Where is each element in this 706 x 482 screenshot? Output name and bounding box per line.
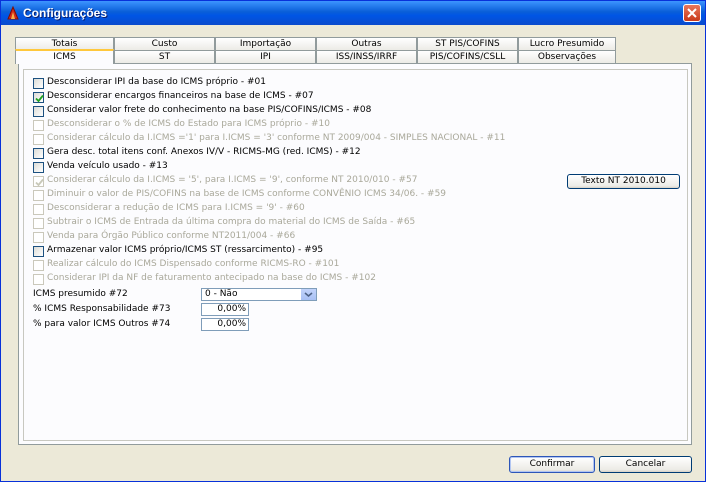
dropdown-button[interactable] [300,289,316,300]
tab-label: Custo [151,39,178,49]
tab-label: ICMS [53,52,76,62]
tab-ipi[interactable]: IPI [215,50,316,63]
checkmark-icon [35,94,44,103]
option-checkbox[interactable] [33,78,44,89]
option-label: Gera desc. total itens conf. Anexos IV/V… [47,147,361,157]
tab-observacoes[interactable]: Observações [518,50,616,63]
icms-responsabilidade-input[interactable]: 0,00% [201,303,249,316]
option-label: Realizar cálculo do ICMS Dispensado conf… [47,259,340,269]
option-label: Subtrair o ICMS de Entrada da última com… [47,217,416,227]
tab-outras[interactable]: Outras [316,37,417,50]
option-label: Considerar valor frete do conhecimento n… [47,105,372,115]
tab-lucro-presumido[interactable]: Lucro Presumido [518,37,616,50]
option-checkbox [33,204,44,215]
option-label: Considerar cálculo da I.ICMS = '5', para… [47,175,418,185]
app-icon [7,6,19,20]
option-checkbox [33,218,44,229]
option-label: Venda veículo usado - #13 [47,161,168,171]
option-checkbox [33,176,44,187]
chevron-down-icon [304,292,313,298]
tab-label: IPI [260,52,271,62]
tab-icms[interactable]: ICMS [15,49,114,64]
option-label: Desconsiderar a redução de ICMS para I.I… [47,203,305,213]
tab-label: PIS/COFINS/CSLL [429,52,506,62]
checkmark-icon [35,178,44,187]
tab-custo[interactable]: Custo [114,37,215,50]
option-checkbox [33,120,44,131]
option-checkbox [33,232,44,243]
tab-st-pis-cofins[interactable]: ST PIS/COFINS [417,37,518,50]
tab-label: Outras [351,39,382,49]
icms-presumido-value: 0 - Não [205,289,238,299]
tab-label: Observações [537,52,597,62]
tab-pis-cofins-csll[interactable]: PIS/COFINS/CSLL [417,50,518,63]
tab-label: ST PIS/COFINS [435,39,500,49]
tab-iss-inss-irrf[interactable]: ISS/INSS/IRRF [316,50,417,63]
confirm-button[interactable]: Confirmar [509,456,595,473]
tab-label: Totais [51,39,78,49]
option-checkbox [33,190,44,201]
option-checkbox[interactable] [33,246,44,257]
option-label: Armazenar valor ICMS próprio/ICMS ST (re… [47,245,324,255]
configuracoes-window: Configurações Totais Custo Importação Ou… [0,0,706,482]
option-checkbox[interactable] [33,162,44,173]
cancel-label: Cancelar [625,459,666,469]
option-checkbox [33,134,44,145]
icms-outros-label: % para valor ICMS Outros #74 [33,319,171,329]
option-checkbox[interactable] [33,106,44,117]
option-checkbox [33,274,44,285]
tab-label: ST [158,52,171,62]
icms-responsabilidade-label: % ICMS Responsabilidade #73 [33,304,171,314]
icms-presumido-label: ICMS presumido #72 [33,289,128,299]
texto-nt-button[interactable]: Texto NT 2010.010 [567,174,680,189]
icms-presumido-select[interactable]: 0 - Não [201,288,317,301]
option-label: Desconsiderar encargos financeiros na ba… [47,91,314,101]
tab-label: Importação [239,39,292,49]
tab-st[interactable]: ST [114,50,215,63]
icms-outros-input[interactable]: 0,00% [201,318,249,331]
title-bar[interactable]: Configurações [1,1,705,25]
confirm-label: Confirmar [529,459,575,469]
tab-label: Lucro Presumido [529,39,605,49]
option-label: Diminuir o valor de PIS/COFINS na base d… [47,189,447,199]
tab-label: ISS/INSS/IRRF [335,52,398,62]
cancel-button[interactable]: Cancelar [599,456,692,473]
option-checkbox[interactable] [33,148,44,159]
option-label: Considerar IPI da NF de faturamento ante… [47,273,376,283]
window-title: Configurações [23,6,108,20]
option-checkbox [33,260,44,271]
close-icon [687,8,697,18]
option-label: Venda para Órgão Público conforme NT2011… [47,231,296,241]
tab-importacao[interactable]: Importação [215,37,316,50]
close-button[interactable] [683,4,701,22]
option-label: Considerar cálculo da I.ICMS ='1' para I… [47,133,506,143]
option-label: Desconsiderar o % de ICMS do Estado para… [47,119,330,129]
option-checkbox[interactable] [33,92,44,103]
option-label: Desconsiderar IPI da base do ICMS própri… [47,77,266,87]
